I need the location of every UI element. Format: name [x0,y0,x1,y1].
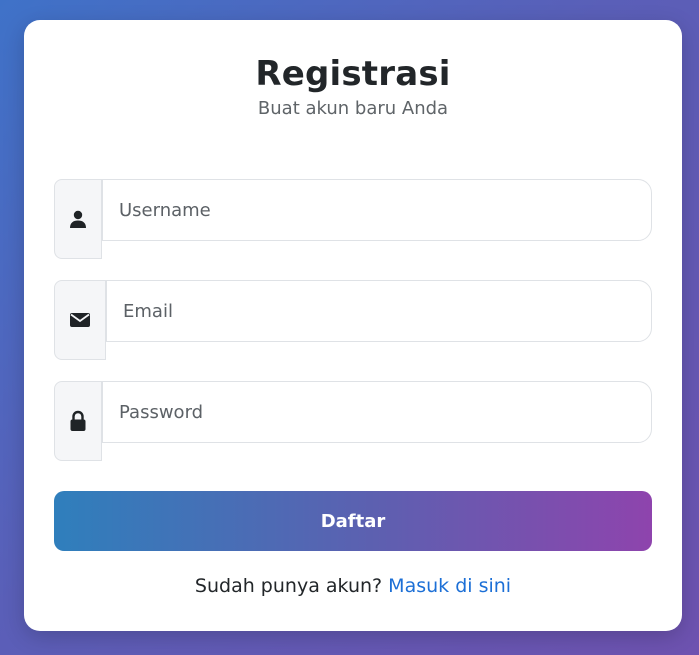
password-field-group [54,381,652,461]
login-link[interactable]: Masuk di sini [388,575,511,597]
envelope-icon [54,280,106,360]
email-field-group [54,280,652,360]
password-input[interactable] [102,381,652,443]
username-field-group [54,179,652,259]
email-input[interactable] [106,280,652,342]
login-prompt-text: Sudah punya akun? [194,575,383,597]
lock-icon [54,381,102,461]
page-subtitle: Buat akun baru Anda [257,98,449,119]
register-card: Registrasi Buat akun baru Anda Da [24,20,682,631]
user-icon [54,179,102,259]
login-prompt: Sudah punya akun? Masuk di sini [24,574,682,598]
page-title: Registrasi [255,54,451,94]
username-input[interactable] [102,179,652,241]
register-button[interactable]: Daftar [54,491,652,551]
